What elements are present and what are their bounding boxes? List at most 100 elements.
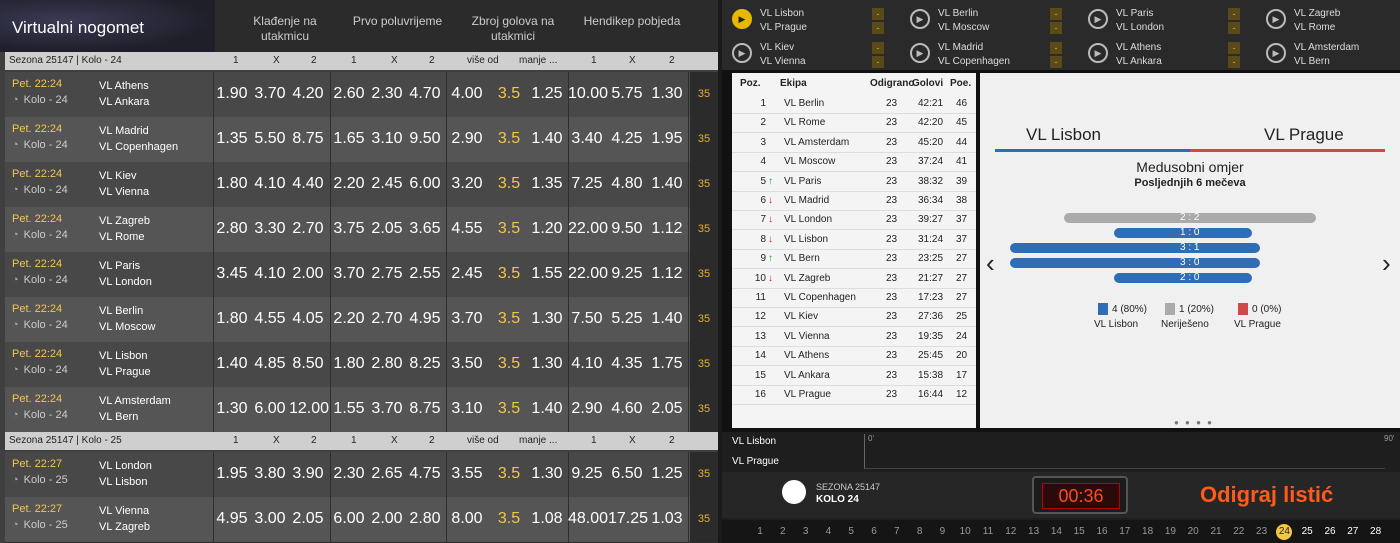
round-number[interactable]: 3 — [798, 524, 814, 540]
fixture-item[interactable]: ▶ VL Lisbon VL Prague - - — [724, 2, 899, 35]
odds-button[interactable]: 1.40 — [648, 175, 686, 193]
odds-button[interactable]: 4.10 — [568, 355, 606, 373]
odds-button[interactable]: 1.12 — [648, 265, 686, 283]
odds-button[interactable]: 2.80 — [406, 510, 444, 528]
odds-button[interactable]: 2.70 — [368, 310, 406, 328]
more-markets-button[interactable]: 35 — [690, 252, 718, 297]
odds-button[interactable]: 2.30 — [330, 465, 368, 483]
odds-button[interactable]: 1.30 — [528, 465, 566, 483]
odds-button[interactable]: 2.90 — [448, 130, 486, 148]
round-number[interactable]: 18 — [1140, 524, 1156, 540]
fixture-item[interactable]: ▶ VL Athens VL Ankara - - — [1080, 36, 1255, 69]
odds-button[interactable]: 1.55 — [330, 400, 368, 418]
odds-button[interactable]: 2.45 — [448, 265, 486, 283]
round-number[interactable]: 23 — [1254, 524, 1270, 540]
fixture-item[interactable]: ▶VL ZagrebVL Rome-- — [1258, 2, 1400, 35]
odds-button[interactable]: 9.25 — [568, 465, 606, 483]
odds-button[interactable]: 17.25 — [608, 510, 648, 528]
odds-button[interactable]: 2.00 — [289, 265, 327, 283]
odds-button[interactable]: 4.55 — [251, 310, 289, 328]
odds-button[interactable]: 3.20 — [448, 175, 486, 193]
odds-button[interactable]: 4.20 — [289, 85, 327, 103]
odds-button[interactable]: 4.05 — [289, 310, 327, 328]
odds-button[interactable]: 4.10 — [251, 265, 289, 283]
next-arrow-icon[interactable]: › — [1382, 248, 1391, 279]
odds-button[interactable]: 3.80 — [251, 465, 289, 483]
odds-button[interactable]: 2.90 — [568, 400, 606, 418]
round-number[interactable]: 13 — [1026, 524, 1042, 540]
round-number[interactable]: 6 — [866, 524, 882, 540]
odds-button[interactable]: 4.80 — [608, 175, 646, 193]
play-slip-button[interactable]: Odigraj listić — [1200, 482, 1333, 508]
odds-button[interactable]: 3.30 — [251, 220, 289, 238]
fixture-item[interactable]: ▶ VL Paris VL London - - — [1080, 2, 1255, 35]
odds-button[interactable]: 12.00 — [289, 400, 329, 418]
odds-button[interactable]: 2.80 — [368, 355, 406, 373]
fixture-item[interactable]: ▶ VL Madrid VL Copenhagen - - — [902, 36, 1077, 69]
odds-button[interactable]: 5.50 — [251, 130, 289, 148]
odds-button[interactable]: 2.20 — [330, 175, 368, 193]
odds-button[interactable]: 9.50 — [406, 130, 444, 148]
odds-button[interactable]: 1.30 — [213, 400, 251, 418]
page-dots[interactable]: ● ● ● ● — [1174, 418, 1214, 427]
odds-button[interactable]: 1.95 — [213, 465, 251, 483]
odds-button[interactable]: 3.90 — [289, 465, 327, 483]
more-markets-button[interactable]: 35 — [690, 207, 718, 252]
more-markets-button[interactable]: 35 — [690, 452, 718, 497]
odds-button[interactable]: 4.40 — [289, 175, 327, 193]
more-markets-button[interactable]: 35 — [690, 72, 718, 117]
odds-button[interactable]: 2.00 — [368, 510, 406, 528]
odds-button[interactable]: 7.50 — [568, 310, 606, 328]
odds-button[interactable]: 5.75 — [608, 85, 646, 103]
odds-button[interactable]: 1.30 — [528, 310, 566, 328]
round-number[interactable]: 4 — [820, 524, 836, 540]
odds-button[interactable]: 1.20 — [528, 220, 566, 238]
odds-button[interactable]: 1.25 — [648, 465, 686, 483]
odds-button[interactable]: 6.00 — [251, 400, 289, 418]
odds-button[interactable]: 10.00 — [568, 85, 608, 103]
odds-button[interactable]: 3.45 — [213, 265, 251, 283]
odds-button[interactable]: 3.70 — [251, 85, 289, 103]
odds-button[interactable]: 1.35 — [213, 130, 251, 148]
odds-button[interactable]: 8.75 — [289, 130, 327, 148]
odds-button[interactable]: 2.75 — [368, 265, 406, 283]
odds-button[interactable]: 1.40 — [528, 400, 566, 418]
odds-button[interactable]: 2.70 — [289, 220, 327, 238]
odds-button[interactable]: 3.10 — [448, 400, 486, 418]
odds-button[interactable]: 1.55 — [528, 265, 566, 283]
more-markets-button[interactable]: 35 — [690, 342, 718, 387]
round-number[interactable]: 20 — [1185, 524, 1201, 540]
odds-button[interactable]: 4.00 — [448, 85, 486, 103]
round-number[interactable]: 8 — [912, 524, 928, 540]
odds-button[interactable]: 4.95 — [213, 510, 251, 528]
odds-button[interactable]: 1.95 — [648, 130, 686, 148]
round-number[interactable]: 12 — [1003, 524, 1019, 540]
play-icon[interactable]: ▶ — [910, 9, 930, 29]
odds-button[interactable]: 9.25 — [608, 265, 646, 283]
odds-button[interactable]: 6.50 — [608, 465, 646, 483]
fixture-item[interactable]: ▶ VL Kiev VL Vienna - - — [724, 36, 899, 69]
round-current[interactable]: 24 — [1276, 524, 1293, 540]
play-icon[interactable]: ▶ — [732, 9, 752, 29]
odds-button[interactable]: 2.65 — [368, 465, 406, 483]
odds-button[interactable]: 4.70 — [406, 85, 444, 103]
odds-button[interactable]: 4.75 — [406, 465, 444, 483]
odds-button[interactable]: 4.60 — [608, 400, 646, 418]
odds-button[interactable]: 1.30 — [648, 85, 686, 103]
odds-button[interactable]: 3.50 — [448, 355, 486, 373]
fixture-item[interactable]: ▶VL AmsterdamVL Bern-- — [1258, 36, 1400, 69]
round-number[interactable]: 14 — [1048, 524, 1064, 540]
odds-button[interactable]: 1.65 — [330, 130, 368, 148]
odds-button[interactable]: 22.00 — [568, 220, 608, 238]
round-number[interactable]: 2 — [775, 524, 791, 540]
odds-button[interactable]: 1.12 — [648, 220, 686, 238]
odds-button[interactable]: 8.50 — [289, 355, 327, 373]
round-number[interactable]: 16 — [1094, 524, 1110, 540]
more-markets-button[interactable]: 35 — [690, 297, 718, 342]
play-icon[interactable]: ▶ — [910, 43, 930, 63]
odds-button[interactable]: 2.05 — [648, 400, 686, 418]
odds-button[interactable]: 3.65 — [406, 220, 444, 238]
odds-button[interactable]: 2.45 — [368, 175, 406, 193]
odds-button[interactable]: 3.00 — [251, 510, 289, 528]
odds-button[interactable]: 1.40 — [528, 130, 566, 148]
